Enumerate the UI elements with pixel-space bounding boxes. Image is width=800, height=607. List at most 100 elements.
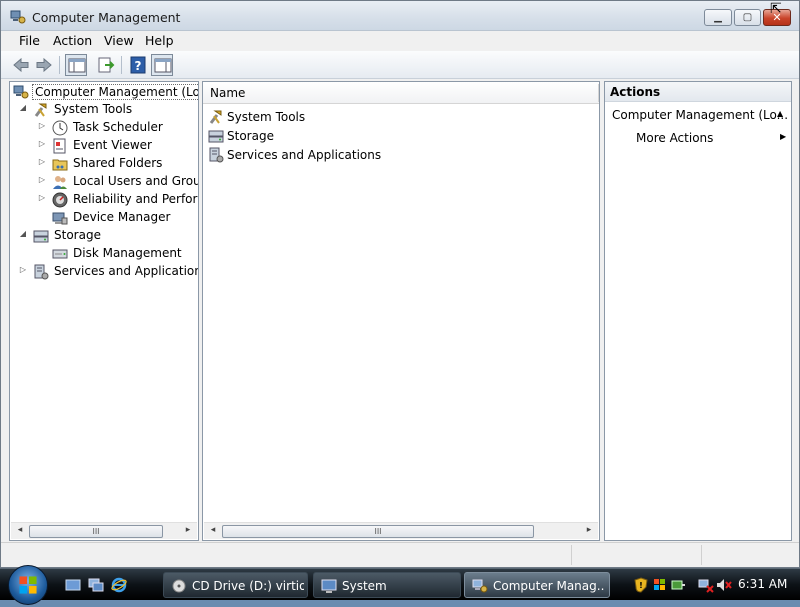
cd-drive-icon — [172, 579, 186, 593]
tree-label: Disk Management — [73, 246, 182, 260]
tree-item-shared-folders[interactable]: ▷ Shared Folders — [10, 155, 198, 173]
help-button[interactable]: ? — [127, 54, 149, 76]
scroll-right-icon[interactable]: ▸ — [582, 525, 596, 535]
show-hide-tree-button[interactable] — [65, 54, 87, 76]
list-item-services-and-applications[interactable]: Services and Applications — [208, 146, 588, 164]
tree-item-device-manager[interactable]: Device Manager — [10, 209, 198, 227]
show-desktop-icon[interactable] — [65, 577, 81, 593]
back-button[interactable] — [10, 54, 32, 76]
minimize-button[interactable]: ▁ — [704, 9, 732, 26]
svg-text:?: ? — [135, 59, 142, 73]
scroll-thumb[interactable]: III — [29, 525, 163, 538]
menu-action[interactable]: Action — [51, 33, 94, 48]
menu-file[interactable]: File — [17, 33, 42, 48]
tree-item-event-viewer[interactable]: ▷ Event Viewer — [10, 137, 198, 155]
collapse-section-icon[interactable]: ▲ — [777, 109, 783, 118]
internet-explorer-icon[interactable] — [111, 577, 127, 593]
scroll-left-icon[interactable]: ◂ — [13, 525, 27, 535]
taskbar-button-label: System — [342, 579, 387, 593]
tree-horizontal-scrollbar[interactable]: ◂ III ▸ — [11, 522, 197, 539]
status-bar — [1, 542, 799, 567]
taskbar: CD Drive (D:) virtio... System Computer … — [0, 565, 800, 605]
task-scheduler-icon — [52, 120, 68, 136]
column-header-name[interactable]: Name — [203, 82, 599, 104]
start-button[interactable] — [8, 565, 48, 605]
minimize-icon: ▁ — [714, 12, 722, 23]
expand-icon[interactable]: ▷ — [18, 265, 28, 274]
tree-label: Event Viewer — [73, 138, 152, 152]
expand-icon[interactable]: ▷ — [37, 139, 47, 148]
scroll-right-icon[interactable]: ▸ — [181, 525, 195, 535]
tree-label: System Tools — [54, 102, 133, 116]
collapse-icon[interactable]: ◢ — [18, 103, 28, 112]
tree-item-disk-management[interactable]: Disk Management — [10, 245, 198, 263]
actions-section-label: Computer Management (Lo... — [612, 108, 789, 122]
menu-help[interactable]: Help — [143, 33, 176, 48]
status-cell — [701, 545, 797, 565]
tree-item-services-and-applications[interactable]: ▷ Services and Applications — [10, 263, 198, 281]
windows-update-icon[interactable] — [652, 577, 668, 593]
menu-bar: File Action View Help — [1, 31, 799, 51]
actions-title: Actions — [610, 85, 661, 99]
console-tree-pane[interactable]: Computer Management (Local ◢ System Tool… — [9, 81, 199, 541]
expand-icon[interactable]: ▷ — [37, 157, 47, 166]
volume-muted-icon[interactable] — [716, 577, 732, 593]
system-icon — [321, 579, 337, 593]
list-item-system-tools[interactable]: System Tools — [208, 108, 588, 126]
actions-section-computer-management[interactable]: Computer Management (Lo... ▲ — [605, 104, 791, 126]
computer-management-icon — [10, 10, 26, 24]
list-item-label: Services and Applications — [227, 148, 382, 162]
column-header-label: Name — [210, 86, 246, 100]
maximize-button[interactable]: ▢ — [734, 9, 761, 26]
column-divider[interactable] — [598, 84, 599, 102]
device-manager-icon — [52, 212, 68, 225]
expand-icon[interactable]: ▷ — [37, 121, 47, 130]
results-horizontal-scrollbar[interactable]: ◂ III ▸ — [204, 522, 598, 539]
scroll-left-icon[interactable]: ◂ — [206, 525, 220, 535]
system-tools-icon — [34, 103, 47, 117]
tree-item-storage[interactable]: ◢ Storage — [10, 227, 198, 245]
system-tools-icon — [209, 110, 222, 124]
back-arrow-icon — [13, 57, 29, 73]
toolbar: ? — [1, 51, 799, 79]
computer-management-window: Computer Management ▁ ▢ ✕ ⇱ File Action … — [0, 0, 800, 568]
taskbar-button-system[interactable]: System — [313, 572, 461, 598]
menu-view[interactable]: View — [102, 33, 136, 48]
expand-icon[interactable]: ▷ — [37, 193, 47, 202]
security-shield-icon[interactable]: ! — [633, 577, 649, 593]
more-actions-item[interactable]: More Actions ▶ — [605, 128, 791, 148]
tree-item-reliability-and-performance[interactable]: ▷ Reliability and Performa — [10, 191, 198, 209]
local-users-icon — [53, 176, 67, 189]
computer-management-icon — [472, 579, 488, 593]
collapse-icon[interactable]: ◢ — [18, 229, 28, 238]
clock[interactable]: 6:31 AM — [738, 577, 787, 591]
computer-management-icon — [13, 85, 29, 99]
tree-label: Services and Applications — [54, 264, 198, 278]
title-bar[interactable]: Computer Management ▁ ▢ ✕ ⇱ — [1, 1, 799, 31]
results-pane[interactable]: Name System Tools Storage Services and A… — [202, 81, 600, 541]
tree-item-task-scheduler[interactable]: ▷ Task Scheduler — [10, 119, 198, 137]
tree-item-local-users-and-groups[interactable]: ▷ Local Users and Groups — [10, 173, 198, 191]
expand-icon[interactable]: ▷ — [37, 175, 47, 184]
event-viewer-icon — [53, 138, 66, 154]
tree-label: Local Users and Groups — [73, 174, 198, 188]
tree-item-system-tools[interactable]: ◢ System Tools — [10, 101, 198, 119]
system-tray: ! 6:31 AM — [628, 569, 800, 601]
taskbar-button-label: CD Drive (D:) virtio... — [192, 579, 304, 593]
scroll-thumb[interactable]: III — [222, 525, 534, 538]
tree-item-computer-management[interactable]: Computer Management (Local — [10, 83, 198, 101]
action-pane-button[interactable] — [151, 54, 173, 76]
switch-windows-icon[interactable] — [88, 577, 104, 593]
taskbar-button-computer-management[interactable]: Computer Manag... — [464, 572, 610, 598]
list-item-storage[interactable]: Storage — [208, 127, 588, 145]
taskbar-button-cd-drive[interactable]: CD Drive (D:) virtio... — [163, 572, 308, 598]
network-disconnected-icon[interactable] — [698, 577, 714, 593]
forward-button[interactable] — [33, 54, 55, 76]
disk-management-icon — [52, 249, 68, 259]
action-pane-icon — [154, 58, 172, 73]
services-icon — [34, 264, 49, 280]
taskbar-button-label: Computer Manag... — [493, 579, 605, 593]
safely-remove-hardware-icon[interactable] — [670, 577, 686, 593]
services-icon — [209, 147, 224, 163]
export-list-button[interactable] — [95, 54, 117, 76]
